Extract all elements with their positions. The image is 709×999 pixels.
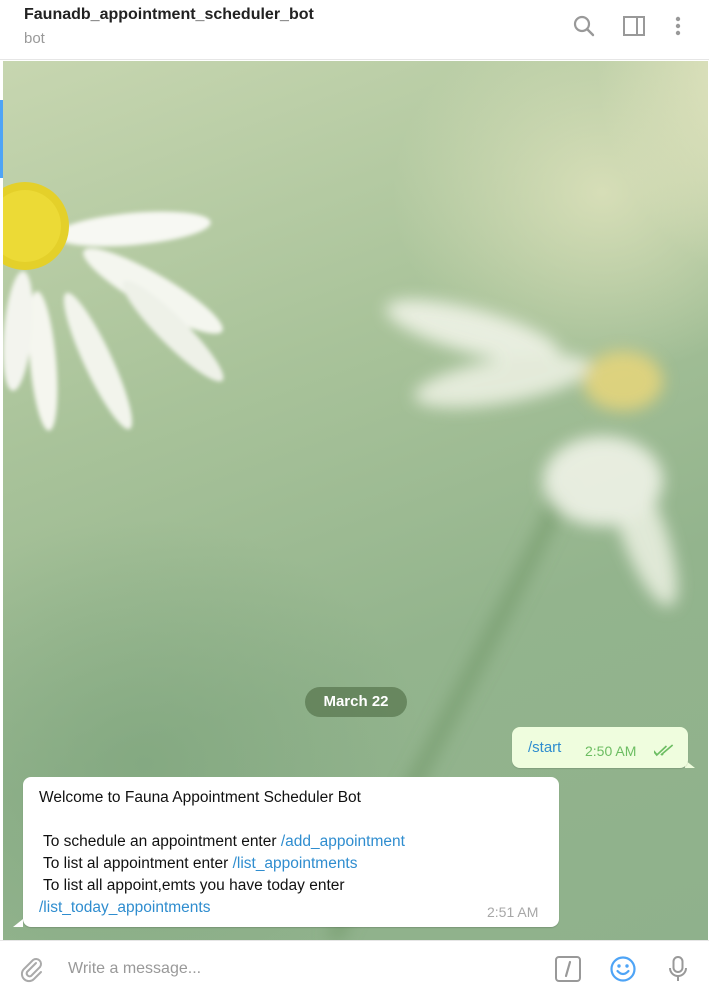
list-instruction: To list al appointment enter /list_appoi… — [43, 855, 358, 873]
start-command-link[interactable]: /start — [528, 739, 561, 756]
chat-messages-area[interactable]: March 22 /start 2:50 AM Welcome to Fauna… — [3, 61, 708, 940]
outgoing-message-time: 2:50 AM — [585, 743, 637, 759]
list-today-appointments-command-link[interactable]: /list_today_appointments — [39, 899, 210, 916]
today-instruction-command: /list_today_appointments — [39, 899, 210, 917]
message-input[interactable] — [62, 955, 544, 983]
incoming-message-time: 2:51 AM — [487, 904, 539, 920]
chat-subtitle: bot — [24, 30, 45, 47]
welcome-line: Welcome to Fauna Appointment Scheduler B… — [39, 789, 361, 806]
list-appointments-command-link[interactable]: /list_appointments — [233, 855, 358, 872]
attach-icon[interactable] — [18, 955, 46, 983]
schedule-instruction: To schedule an appointment enter /add_ap… — [43, 833, 405, 851]
microphone-icon[interactable] — [664, 955, 692, 983]
date-separator: March 22 — [305, 687, 407, 717]
more-vertical-icon[interactable] — [666, 14, 690, 38]
today-instruction-text: To list all appoint,emts you have today … — [43, 877, 345, 894]
list-instruction-text: To list al appointment enter — [43, 855, 233, 872]
bot-command-icon[interactable] — [554, 955, 582, 983]
search-icon[interactable] — [572, 14, 596, 38]
outgoing-message[interactable]: /start 2:50 AM — [512, 727, 688, 768]
message-composer — [0, 940, 709, 999]
schedule-instruction-text: To schedule an appointment enter — [43, 833, 281, 850]
double-check-icon — [654, 744, 674, 757]
add-appointment-command-link[interactable]: /add_appointment — [281, 833, 405, 850]
chat-header: Faunadb_appointment_scheduler_bot bot — [0, 0, 709, 60]
sidebar-toggle-icon[interactable] — [622, 14, 646, 38]
incoming-bubble-tail — [13, 919, 23, 927]
chat-title[interactable]: Faunadb_appointment_scheduler_bot — [24, 6, 314, 24]
emoji-icon[interactable] — [609, 955, 637, 983]
incoming-message[interactable]: Welcome to Fauna Appointment Scheduler B… — [23, 777, 559, 927]
